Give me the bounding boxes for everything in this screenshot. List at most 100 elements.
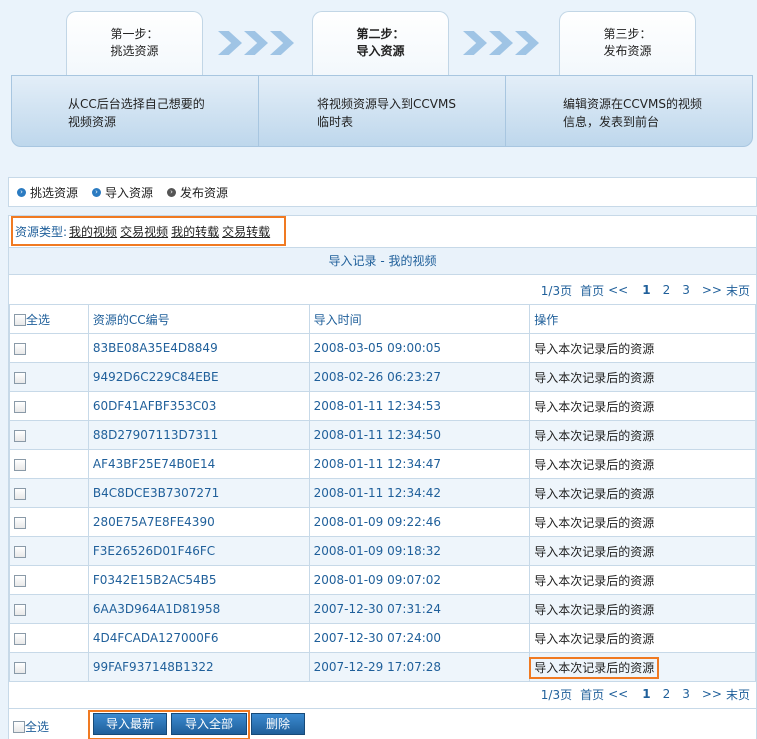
page-link-1[interactable]: 1 bbox=[642, 283, 650, 297]
import-time: 2008-01-09 09:07:02 bbox=[308, 565, 531, 595]
row-checkbox-cell bbox=[9, 565, 89, 595]
prev-page-link[interactable]: << bbox=[608, 283, 628, 297]
row-checkbox[interactable] bbox=[14, 342, 26, 355]
operation-cell: 导入本次记录后的资源 bbox=[529, 507, 756, 537]
import-after-record-link[interactable]: 导入本次记录后的资源 bbox=[534, 371, 654, 385]
row-checkbox[interactable] bbox=[14, 429, 26, 442]
import-after-record-link[interactable]: 导入本次记录后的资源 bbox=[534, 429, 654, 443]
bottom-action-bar: 全选 导入最新 导入全部 删除 bbox=[9, 708, 756, 739]
step-1-desc-line1: 从CC后台选择自己想要的 bbox=[68, 97, 205, 111]
table-row: 6AA3D964A1D81958 2007-12-30 07:31:24 导入本次记… bbox=[9, 594, 756, 624]
row-checkbox[interactable] bbox=[14, 545, 26, 558]
row-checkbox[interactable] bbox=[14, 603, 26, 616]
pager-bottom: 1/3页 首页 << 1 2 3 >> 末页 bbox=[9, 680, 756, 708]
row-checkbox[interactable] bbox=[14, 400, 26, 413]
import-all-button[interactable]: 导入全部 bbox=[171, 713, 247, 735]
operation-cell: 导入本次记录后的资源 bbox=[529, 362, 756, 392]
import-time: 2008-01-11 12:34:53 bbox=[308, 391, 531, 421]
row-checkbox[interactable] bbox=[14, 632, 26, 645]
table-row: 4D4FCADA127000F6 2007-12-30 07:24:00 导入本次记… bbox=[9, 623, 756, 653]
page-link-1[interactable]: 1 bbox=[642, 687, 650, 701]
select-all-header[interactable]: 全选 bbox=[9, 304, 89, 334]
resource-code: 4D4FCADA127000F6 bbox=[87, 623, 310, 653]
import-after-record-link[interactable]: 导入本次记录后的资源 bbox=[534, 545, 654, 559]
import-after-record-link[interactable]: 导入本次记录后的资源 bbox=[534, 400, 654, 414]
row-checkbox[interactable] bbox=[14, 487, 26, 500]
page-link-3[interactable]: 3 bbox=[682, 687, 690, 701]
first-page-link[interactable]: 首页 bbox=[580, 282, 604, 299]
bottom-select-all-checkbox[interactable] bbox=[13, 720, 25, 733]
import-time: 2008-01-11 12:34:50 bbox=[308, 420, 531, 450]
step-tab-2: 第二步： 导入资源 bbox=[312, 11, 449, 75]
row-checkbox-cell bbox=[9, 391, 89, 421]
resource-code: 6AA3D964A1D81958 bbox=[87, 594, 310, 624]
table-body: 83BE08A35E4D8849 2008-03-05 09:00:05 导入本次记… bbox=[9, 333, 756, 682]
import-time: 2007-12-30 07:24:00 bbox=[308, 623, 531, 653]
import-time: 2008-01-09 09:22:46 bbox=[308, 507, 531, 537]
last-page-link[interactable]: 末页 bbox=[726, 686, 750, 703]
import-after-record-link[interactable]: 导入本次记录后的资源 bbox=[529, 656, 660, 679]
row-checkbox[interactable] bbox=[14, 661, 26, 674]
import-latest-button[interactable]: 导入最新 bbox=[93, 713, 167, 735]
page-link-3[interactable]: 3 bbox=[682, 283, 690, 297]
delete-button[interactable]: 删除 bbox=[251, 713, 305, 735]
row-checkbox-cell bbox=[9, 362, 89, 392]
nav-item-publish-resource[interactable]: › 发布资源 bbox=[167, 184, 228, 201]
last-page-link[interactable]: 末页 bbox=[726, 282, 750, 299]
step-tab-3: 第三步： 发布资源 bbox=[559, 11, 696, 75]
row-checkbox[interactable] bbox=[14, 371, 26, 384]
table-row: AF43BF25E74B0E14 2008-01-11 12:34:47 导入本次记… bbox=[9, 449, 756, 479]
bottom-select-all[interactable]: 全选 bbox=[13, 718, 49, 735]
step-3-title: 发布资源 bbox=[603, 44, 652, 58]
import-after-record-link[interactable]: 导入本次记录后的资源 bbox=[534, 603, 654, 617]
resource-code: 88D27907113D7311 bbox=[87, 420, 310, 450]
filter-my-videos-link[interactable]: 我的视频 bbox=[69, 223, 117, 240]
step-2-number: 第二步： bbox=[356, 27, 405, 41]
page-info: 1/3页 bbox=[540, 283, 573, 298]
resource-type-label: 资源类型: bbox=[15, 224, 68, 239]
prev-page-link[interactable]: << bbox=[608, 687, 628, 701]
row-checkbox[interactable] bbox=[14, 516, 26, 529]
filter-trade-videos-link[interactable]: 交易视频 bbox=[120, 223, 168, 240]
first-page-link[interactable]: 首页 bbox=[580, 686, 604, 703]
row-checkbox[interactable] bbox=[14, 458, 26, 471]
step-arrows-icon bbox=[218, 27, 302, 59]
nav-item-import-resource[interactable]: › 导入资源 bbox=[92, 184, 153, 201]
operation-cell: 导入本次记录后的资源 bbox=[529, 449, 756, 479]
table-row: B4C8DCE3B7307271 2008-01-11 12:34:42 导入本次记… bbox=[9, 478, 756, 508]
import-time: 2007-12-30 07:31:24 bbox=[308, 594, 531, 624]
step-tab-1: 第一步： 挑选资源 bbox=[66, 11, 203, 75]
operation-cell: 导入本次记录后的资源 bbox=[529, 594, 756, 624]
row-checkbox[interactable] bbox=[14, 574, 26, 587]
step-1-title: 挑选资源 bbox=[110, 44, 159, 58]
page-link-2[interactable]: 2 bbox=[663, 687, 671, 701]
import-records-table: 全选 资源的CC编号 导入时间 操作 83BE08A35E4D8849 2008-… bbox=[9, 304, 756, 682]
code-column-header: 资源的CC编号 bbox=[87, 304, 310, 334]
page-link-2[interactable]: 2 bbox=[663, 283, 671, 297]
row-checkbox-cell bbox=[9, 623, 89, 653]
step-1-number: 第一步： bbox=[110, 27, 159, 41]
row-checkbox-cell bbox=[9, 652, 89, 682]
import-after-record-link[interactable]: 导入本次记录后的资源 bbox=[534, 632, 654, 646]
next-page-link[interactable]: >> bbox=[702, 283, 722, 297]
import-after-record-link[interactable]: 导入本次记录后的资源 bbox=[534, 458, 654, 472]
next-page-link[interactable]: >> bbox=[702, 687, 722, 701]
blue-arrow-bullet-icon: › bbox=[17, 187, 26, 197]
gray-arrow-bullet-icon: › bbox=[167, 187, 177, 197]
row-checkbox-cell bbox=[9, 536, 89, 566]
operation-cell: 导入本次记录后的资源 bbox=[529, 478, 756, 508]
nav-item-select-resource[interactable]: › 挑选资源 bbox=[17, 184, 78, 201]
nav-item-label: 发布资源 bbox=[180, 185, 229, 200]
operation-cell: 导入本次记录后的资源 bbox=[529, 536, 756, 566]
import-after-record-link[interactable]: 导入本次记录后的资源 bbox=[534, 487, 654, 501]
select-all-checkbox[interactable] bbox=[14, 314, 26, 326]
import-after-record-link[interactable]: 导入本次记录后的资源 bbox=[534, 342, 654, 356]
filter-trade-reposts-link[interactable]: 交易转载 bbox=[222, 223, 270, 240]
import-after-record-link[interactable]: 导入本次记录后的资源 bbox=[534, 574, 654, 588]
import-after-record-link[interactable]: 导入本次记录后的资源 bbox=[534, 516, 654, 530]
import-time: 2008-01-11 12:34:47 bbox=[308, 449, 531, 479]
resource-code: AF43BF25E74B0E14 bbox=[87, 449, 310, 479]
row-checkbox-cell bbox=[9, 333, 89, 363]
import-time: 2008-02-26 06:23:27 bbox=[308, 362, 531, 392]
filter-my-reposts-link[interactable]: 我的转载 bbox=[171, 223, 219, 240]
